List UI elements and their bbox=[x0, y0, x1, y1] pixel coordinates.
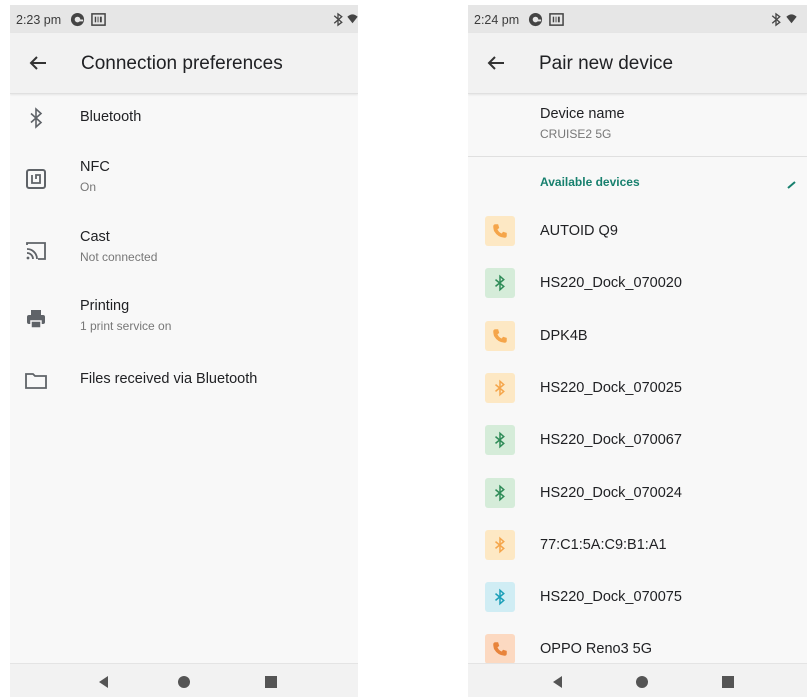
bluetooth-icon bbox=[495, 274, 505, 292]
device-icon-badge bbox=[485, 320, 515, 351]
back-arrow-icon[interactable] bbox=[484, 51, 508, 75]
notification-app-icon bbox=[528, 12, 543, 27]
phone-icon bbox=[493, 328, 507, 343]
nav-back-icon[interactable] bbox=[96, 674, 112, 690]
app-bar: Pair new device bbox=[468, 33, 807, 94]
navigation-bar bbox=[468, 663, 807, 697]
barcode-icon bbox=[549, 13, 564, 26]
device-row[interactable]: AUTOID Q9 bbox=[468, 207, 807, 255]
list-item-printing[interactable]: Printing 1 print service on bbox=[10, 287, 358, 347]
back-arrow-icon[interactable] bbox=[26, 51, 50, 75]
list-item-title: Cast bbox=[80, 229, 110, 245]
nav-recents-icon[interactable] bbox=[263, 674, 279, 690]
list-item-nfc[interactable]: NFC On bbox=[10, 145, 358, 205]
list-item-title: Files received via Bluetooth bbox=[80, 371, 258, 387]
list-item-bluetooth[interactable]: Bluetooth bbox=[10, 94, 358, 142]
status-bar: 2:23 pm bbox=[10, 5, 358, 33]
wifi-status-icon bbox=[347, 14, 358, 24]
device-name: HS220_Dock_070024 bbox=[540, 484, 682, 501]
list-item-subtitle: Not connected bbox=[80, 250, 158, 264]
list-item-title: Printing bbox=[80, 298, 130, 314]
phone-icon bbox=[493, 224, 507, 238]
divider bbox=[468, 156, 807, 157]
device-icon-badge bbox=[485, 372, 515, 403]
phone-icon bbox=[493, 642, 507, 657]
bluetooth-icon bbox=[495, 536, 505, 554]
nav-home-icon[interactable] bbox=[176, 674, 192, 690]
navigation-bar bbox=[10, 663, 358, 697]
device-row[interactable]: HS220_Dock_070020 bbox=[468, 259, 807, 307]
list-item-files-received[interactable]: Files received via Bluetooth bbox=[10, 357, 358, 407]
device-name: AUTOID Q9 bbox=[540, 223, 618, 239]
device-row[interactable]: HS220_Dock_070024 bbox=[468, 469, 807, 517]
device-icon-badge bbox=[485, 529, 515, 560]
cast-icon bbox=[26, 242, 46, 260]
page-title: Pair new device bbox=[539, 53, 674, 74]
device-row[interactable]: HS220_Dock_070075 bbox=[468, 573, 807, 621]
device-name: HS220_Dock_070020 bbox=[540, 275, 682, 292]
device-name: DPK4B bbox=[540, 327, 588, 344]
wifi-status-icon bbox=[786, 14, 797, 24]
nav-recents-icon[interactable] bbox=[720, 674, 736, 690]
device-name-label: Device name bbox=[540, 106, 625, 122]
list-item-title: Bluetooth bbox=[80, 109, 142, 125]
barcode-icon bbox=[91, 13, 106, 26]
bluetooth-icon bbox=[30, 107, 43, 129]
device-name: OPPO Reno3 5G bbox=[540, 641, 653, 658]
device-icon-badge bbox=[485, 216, 515, 246]
scanning-progress-icon bbox=[787, 181, 796, 189]
nav-home-icon[interactable] bbox=[634, 674, 650, 690]
list-item-subtitle: On bbox=[80, 180, 97, 194]
phone-screen-pair-new-device: 2:24 pm Pair new device Device name CRUI… bbox=[468, 5, 807, 697]
bluetooth-icon bbox=[495, 484, 505, 501]
device-name-row[interactable]: Device name CRUISE2 5G bbox=[468, 94, 807, 156]
app-bar: Connection preferences bbox=[10, 33, 358, 94]
device-name: HS220_Dock_070025 bbox=[540, 379, 682, 396]
status-time: 2:24 pm bbox=[474, 13, 520, 27]
list-item-subtitle: 1 print service on bbox=[80, 319, 172, 333]
page-title: Connection preferences bbox=[81, 53, 283, 74]
list-item-title: NFC bbox=[80, 159, 110, 175]
device-row[interactable]: HS220_Dock_070067 bbox=[468, 416, 807, 464]
device-name: HS220_Dock_070067 bbox=[540, 432, 682, 449]
nfc-icon bbox=[26, 169, 46, 189]
device-row[interactable]: HS220_Dock_070025 bbox=[468, 364, 807, 412]
nav-back-icon[interactable] bbox=[550, 674, 566, 690]
device-icon-badge bbox=[485, 268, 515, 299]
printer-icon bbox=[27, 310, 45, 329]
device-icon-badge bbox=[485, 477, 515, 508]
device-name: 77:C1:5A:C9:B1:A1 bbox=[540, 536, 667, 553]
device-icon-badge bbox=[485, 425, 515, 456]
phone-screen-connection-preferences: 2:23 pm Connection preferences Bluetooth bbox=[10, 5, 358, 697]
device-name-value: CRUISE2 5G bbox=[540, 127, 612, 141]
available-devices-header: Available devices bbox=[540, 175, 640, 189]
device-name: HS220_Dock_070075 bbox=[540, 589, 682, 606]
device-row[interactable]: 77:C1:5A:C9:B1:A1 bbox=[468, 521, 807, 569]
bluetooth-icon bbox=[495, 379, 505, 397]
status-bar: 2:24 pm bbox=[468, 5, 807, 33]
bluetooth-status-icon bbox=[333, 12, 343, 27]
bluetooth-icon bbox=[495, 588, 505, 606]
bluetooth-status-icon bbox=[771, 12, 781, 27]
folder-icon bbox=[25, 373, 47, 389]
list-item-cast[interactable]: Cast Not connected bbox=[10, 217, 358, 277]
device-icon-badge bbox=[485, 634, 515, 665]
notification-app-icon bbox=[70, 12, 85, 27]
bluetooth-icon bbox=[495, 431, 505, 449]
status-time: 2:23 pm bbox=[16, 13, 62, 27]
device-icon-badge bbox=[485, 582, 515, 613]
device-row[interactable]: DPK4B bbox=[468, 312, 807, 360]
